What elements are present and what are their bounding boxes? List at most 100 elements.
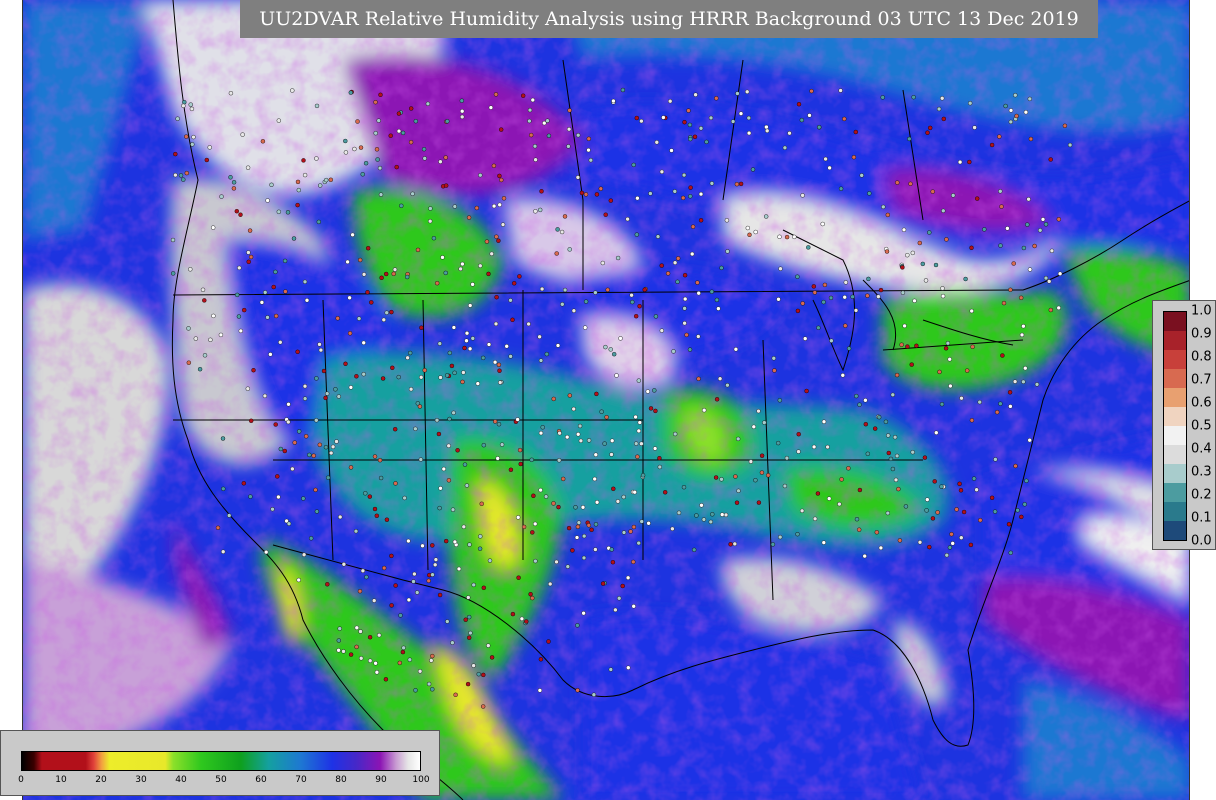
station-dot [828, 295, 834, 301]
station-dot [827, 496, 832, 501]
station-dot [654, 140, 659, 145]
station-dot [928, 125, 933, 131]
station-dot [940, 293, 946, 299]
station-dot [908, 181, 913, 187]
station-dot [880, 95, 885, 100]
station-dot [710, 512, 715, 517]
station-dot [610, 438, 615, 443]
station-dot [465, 681, 471, 687]
station-dot [372, 598, 377, 603]
station-dot [566, 126, 572, 132]
station-dot [296, 187, 301, 193]
station-dot [648, 191, 653, 196]
station-dot [466, 595, 471, 600]
station-dot [941, 208, 946, 214]
station-dot [361, 272, 367, 277]
station-dot [688, 194, 693, 199]
station-dot [515, 417, 520, 422]
station-dot [556, 504, 561, 510]
station-dot [580, 505, 586, 510]
station-dot [753, 229, 758, 235]
station-dot [746, 130, 752, 136]
station-dot [944, 553, 949, 558]
station-dot [489, 655, 495, 660]
station-dot [1056, 305, 1061, 311]
station-dot [170, 271, 176, 276]
station-dot [508, 354, 513, 359]
station-dot [539, 189, 544, 194]
station-dot [526, 321, 531, 327]
station-dot [474, 205, 479, 211]
station-dot [318, 183, 323, 188]
station-dot [527, 107, 533, 113]
station-dot [581, 611, 586, 616]
station-dot [1007, 390, 1013, 395]
station-dot [408, 387, 414, 392]
station-dot [221, 486, 226, 491]
station-dot [355, 119, 360, 124]
station-dot [838, 88, 843, 93]
station-dot [673, 431, 678, 437]
station-dot [620, 87, 626, 93]
station-dot [262, 393, 268, 399]
station-dot [600, 260, 605, 266]
station-dot [905, 344, 910, 349]
station-dot [430, 572, 435, 577]
station-dot [270, 507, 275, 512]
station-dot [927, 544, 932, 550]
station-dot [562, 214, 568, 219]
station-dot [273, 313, 279, 319]
station-dot [917, 540, 923, 545]
station-dot [698, 218, 704, 223]
station-dot [796, 432, 801, 437]
station-dot [735, 91, 740, 96]
station-dot [497, 202, 502, 208]
station-dot [933, 262, 939, 268]
station-dot [286, 521, 292, 526]
station-dot [329, 450, 334, 456]
station-dot [546, 133, 552, 139]
station-dot [681, 485, 687, 490]
station-dot [352, 146, 357, 152]
station-dot [304, 434, 309, 439]
station-dot [1048, 157, 1053, 162]
station-dot [853, 129, 858, 135]
station-dot [599, 409, 604, 414]
station-dot [999, 204, 1004, 209]
station-dot [433, 562, 438, 567]
rh-analysis-map[interactable] [22, 0, 1190, 800]
station-dot [613, 607, 618, 613]
station-dot [409, 106, 414, 111]
station-dot [857, 487, 863, 493]
station-dot [384, 271, 389, 277]
station-dot [968, 542, 974, 548]
station-dot [245, 165, 251, 170]
station-dot [537, 688, 543, 693]
station-dot [592, 476, 597, 482]
station-dot [495, 456, 500, 461]
station-dot [438, 486, 443, 491]
station-dot [494, 295, 499, 300]
station-dot [951, 193, 956, 198]
station-dot [443, 155, 448, 160]
station-dot [481, 355, 486, 361]
increment-band [1164, 482, 1186, 502]
station-dot [479, 501, 484, 506]
station-dot [417, 404, 423, 409]
station-dot [998, 189, 1003, 194]
station-dot [345, 259, 350, 265]
station-dot [846, 466, 851, 471]
station-dot [632, 490, 637, 495]
station-dot [639, 519, 644, 524]
station-dot [555, 343, 561, 348]
station-dot [764, 124, 769, 130]
station-dot [1001, 300, 1007, 306]
station-dot [795, 274, 800, 279]
station-dot [372, 506, 378, 512]
increment-band [1164, 406, 1186, 426]
station-dot [776, 440, 781, 446]
station-dot [408, 139, 414, 145]
increment-tick-label: 1.0 [1191, 303, 1212, 319]
station-dot [890, 392, 895, 397]
station-dot [1027, 438, 1032, 443]
